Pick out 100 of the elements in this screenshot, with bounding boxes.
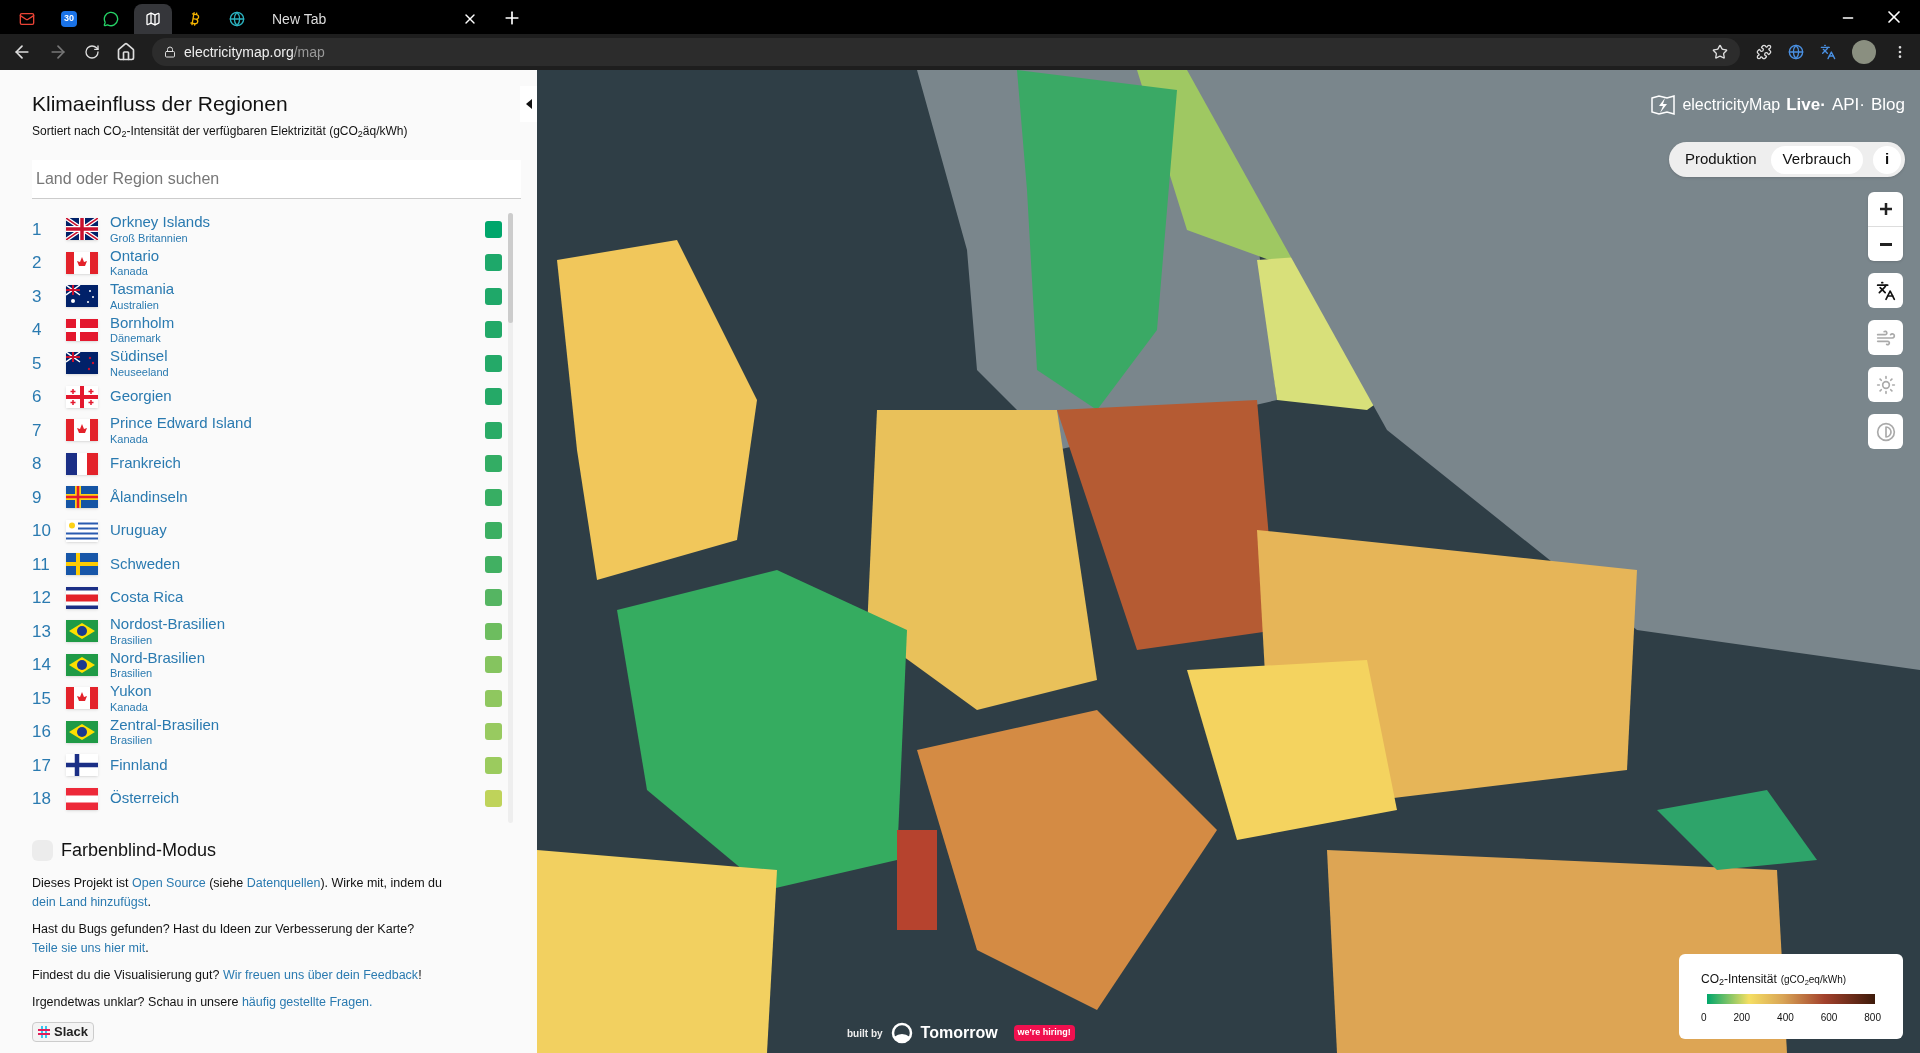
rank-number: 8 [32,453,43,475]
region-name: Tasmania [110,280,176,299]
url-host: electricitymap.org [184,42,294,62]
region-name: Uruguay [110,521,168,541]
scale-tick: 600 [1820,1011,1838,1025]
lock-icon [164,46,176,58]
region-name: Zentral-Brasilien [110,715,221,735]
rank-number: 2 [32,252,43,274]
nav-link[interactable]: Blog [1870,92,1905,118]
url-path: /map [293,42,325,62]
scrollbar[interactable] [508,212,513,823]
sun-icon [1875,374,1896,395]
checkbox-label: Farbenblind-Modus [61,838,217,862]
region-item[interactable]: 5 Südinsel Neuseeland [32,346,502,380]
collapse-button[interactable] [520,86,538,122]
browser-tab[interactable]: 30 [50,4,88,34]
info-text: Dieses Projekt ist [32,875,129,890]
region-item[interactable]: 13 Nordost-Brasilien Brasilien [32,614,502,648]
country-name: Kanada [110,265,149,279]
link[interactable]: Datenquellen [246,875,321,890]
rank-number: 14 [32,654,52,676]
region-item[interactable]: 6 Georgien [32,380,502,414]
minus-icon [1879,242,1892,246]
flag-icon [66,653,98,676]
rank-number: 12 [32,587,52,609]
browser-tab[interactable] [134,4,172,34]
rank-number: 5 [32,352,43,375]
bookmark-star-icon[interactable] [1712,44,1728,60]
region-name: Schweden [110,554,182,574]
logo-icon [1650,93,1677,116]
region-item[interactable]: 16 Zentral-Brasilien Brasilien [32,715,502,749]
chat-icon [103,11,119,27]
info-button[interactable]: i [1873,145,1901,174]
layer-toggle[interactable] [1868,414,1903,449]
home-icon[interactable] [116,42,136,62]
subtitle: Sortiert nach CO$_{2}$-Intensität der verfügbaren Elektrizität (gCO$_{2}$äq/kWh) [32,122,409,140]
scale-tick: 400 [1777,1011,1794,1025]
flag-icon [66,586,98,609]
browser-tab[interactable]: New Tab [260,4,490,34]
tomorrow-logo-icon [890,1022,913,1044]
nav-link[interactable]: API· [1831,92,1865,118]
region-item[interactable]: 2 Ontario Kanada [32,246,502,280]
region-item[interactable]: 12 Costa Rica [32,581,502,615]
link[interactable]: häufig gestellte Fragen. [241,994,373,1009]
region-item[interactable]: 11 Schweden [32,547,502,581]
search-field[interactable]: Land oder Region suchen [32,159,521,199]
region-item[interactable]: 10 Uruguay [32,514,502,548]
avatar[interactable] [1852,40,1876,64]
rank-number: 18 [32,788,52,810]
region-item[interactable]: 14 Nord-Brasilien Brasilien [32,648,502,682]
flag-icon [66,754,98,777]
slack-button[interactable]: Slack [32,1021,94,1042]
region-item[interactable]: 8 Frankreich [32,447,502,481]
caret-icon [526,99,532,109]
link[interactable]: Open Source [132,875,206,890]
info-text: (siehe [209,875,244,890]
flag-icon [66,318,98,341]
flag-icon [66,486,98,509]
globe-icon [229,11,245,27]
hiring-badge[interactable]: we're hiring! [1013,1025,1075,1041]
region-name: Ålandinseln [110,487,189,507]
mail-icon [19,11,35,27]
region-item[interactable]: 17 Finnland [32,748,502,782]
language-button[interactable] [1868,273,1903,308]
region-item[interactable]: 9 Ålandinseln [32,480,502,514]
info-text: Findest du die Visualisierung gut? [32,967,220,982]
region-item[interactable]: 4 Bornholm Dänemark [32,313,502,347]
flag-icon [66,251,98,274]
rank-number: 10 [32,520,52,542]
flag-icon [66,787,98,810]
info-text: ). Wirke mit, indem du [320,875,442,890]
country-name: Brasilien [110,633,154,648]
translate-icon [1875,280,1896,301]
rank-number: 11 [32,553,51,576]
address-bar[interactable]: electricitymap.org/map [152,38,1740,66]
flag-icon [66,720,98,743]
layer-toggle[interactable] [1868,320,1903,355]
region-item[interactable]: 1 Orkney Islands Groß Britannien [32,212,502,246]
country-name: Neuseeland [110,365,170,380]
layer-toggle[interactable] [1868,367,1903,402]
region-name: Orkney Islands [110,213,212,232]
rank-number: 9 [32,486,43,509]
region-name: Frankreich [110,454,182,474]
translate-icon[interactable] [1820,44,1836,60]
reload-icon[interactable] [84,44,100,60]
extension-icon[interactable] [1788,44,1804,60]
country-name: Kanada [110,432,149,447]
mode-tab[interactable]: Verbrauch [1770,145,1863,174]
scale-tick: 800 [1864,1011,1881,1025]
region-item[interactable]: 7 Prince Edward Island Kanada [32,413,502,447]
slack-icon [38,1025,50,1038]
plus-icon [1879,203,1892,215]
mode-tab[interactable]: Produktion [1672,145,1769,174]
region-item[interactable]: 18 Österreich [32,782,502,816]
region-item[interactable]: 3 Tasmania Australien [32,279,502,313]
country-name: Dänemark [110,332,162,346]
flag-icon [66,620,98,643]
nav-link[interactable]: Live· [1786,92,1826,118]
scale-tick: 200 [1733,1011,1751,1025]
region-item[interactable]: 15 Yukon Kanada [32,681,502,715]
